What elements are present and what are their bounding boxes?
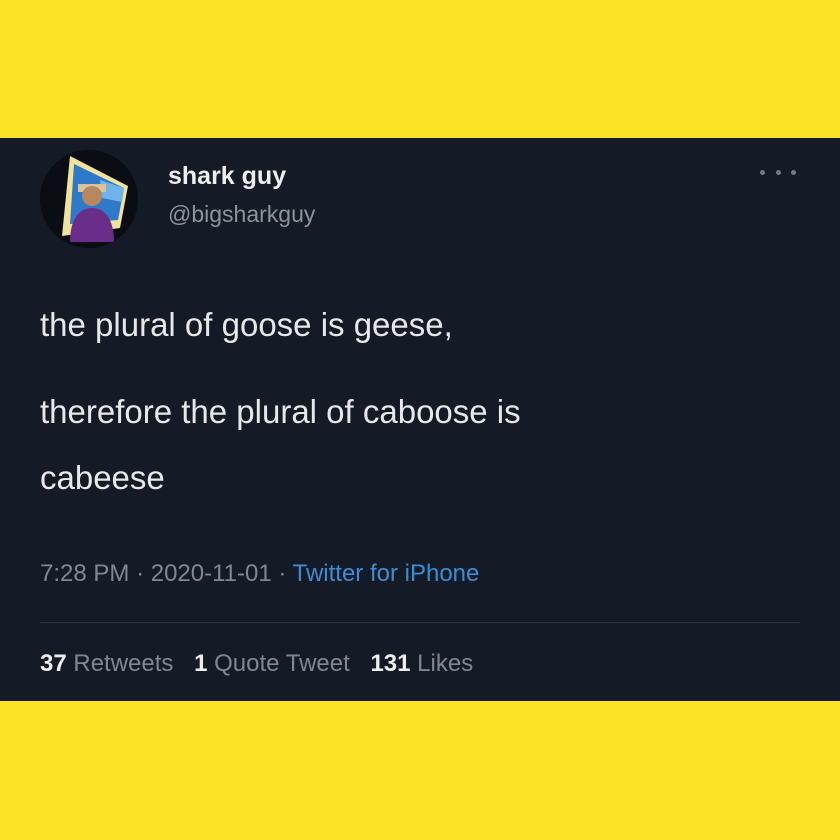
- more-options-icon[interactable]: [760, 164, 796, 180]
- quotes-stat[interactable]: 1 Quote Tweet: [194, 650, 356, 677]
- user-handle[interactable]: @bigsharkguy: [168, 201, 315, 228]
- tweet-text-line-3: cabeese: [40, 459, 165, 496]
- likes-count: 131: [370, 650, 411, 677]
- likes-stat[interactable]: 131 Likes: [370, 650, 473, 677]
- meta-separator: ·: [136, 560, 145, 587]
- tweet-text-line-1: the plural of goose is geese,: [40, 306, 453, 343]
- avatar[interactable]: [40, 150, 138, 248]
- divider: [40, 622, 800, 623]
- tweet-text-line-2: therefore the plural of caboose is: [40, 393, 521, 430]
- more-dot: [791, 169, 796, 175]
- more-dot: [760, 169, 765, 175]
- tweet-meta: 7:28 PM · 2020-11-01 · Twitter for iPhon…: [40, 560, 479, 588]
- avatar-image: [40, 150, 138, 248]
- retweets-label: Retweets: [73, 650, 174, 677]
- more-dot: [775, 169, 781, 175]
- tweet-source-link[interactable]: Twitter for iPhone: [293, 560, 480, 587]
- display-name[interactable]: shark guy: [168, 162, 286, 191]
- tweet-time[interactable]: 7:28 PM: [40, 560, 129, 587]
- retweets-count: 37: [40, 650, 67, 677]
- tweet-card: shark guy @bigsharkguy the plural of goo…: [0, 138, 840, 701]
- meta-separator: ·: [278, 560, 287, 587]
- tweet-stats: 37 Retweets 1 Quote Tweet 131 Likes: [40, 650, 487, 678]
- retweets-stat[interactable]: 37 Retweets: [40, 650, 180, 677]
- quotes-count: 1: [194, 650, 208, 677]
- likes-label: Likes: [417, 650, 474, 677]
- quotes-label: Quote Tweet: [214, 650, 350, 677]
- tweet-date[interactable]: 2020-11-01: [151, 560, 272, 587]
